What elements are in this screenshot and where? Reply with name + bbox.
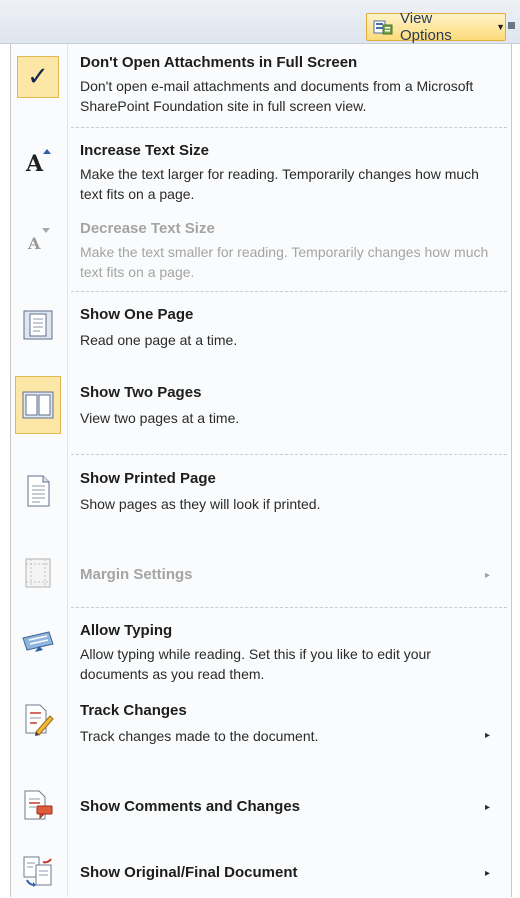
menu-item-title: Decrease Text Size — [80, 220, 215, 237]
menu-item-description: Don't open e-mail attachments and docume… — [80, 78, 474, 114]
submenu-arrow-icon: ▸ — [485, 802, 491, 813]
menu-separator — [71, 454, 507, 455]
menu-item-title: Don't Open Attachments in Full Screen — [80, 54, 358, 71]
menu-item-description: Make the text smaller for reading. Tempo… — [80, 244, 489, 280]
menu-item-margin-settings[interactable]: Margin Settings ▸ — [11, 550, 511, 596]
menu-item-dont-open-attachments[interactable]: ✓ Don't Open Attachments in Full Screen … — [11, 50, 511, 130]
menu-item-title: Margin Settings — [80, 566, 193, 583]
view-options-button[interactable]: View Options ▼ — [366, 10, 506, 44]
submenu-arrow-icon: ▸ — [485, 730, 491, 741]
menu-item-title: Show Two Pages — [80, 384, 202, 401]
menu-item-description: Show pages as they will look if printed. — [80, 496, 321, 512]
menu-item-title: Show Comments and Changes — [80, 798, 301, 815]
menu-item-title: Increase Text Size — [80, 142, 209, 159]
view-options-icon — [373, 20, 393, 35]
toolbar-edge — [508, 22, 515, 29]
menu-item-allow-typing[interactable]: Allow Typing Allow typing while reading.… — [11, 614, 511, 686]
menu-item-title: Show Original/Final Document — [80, 864, 298, 881]
track-changes-icon — [17, 700, 59, 738]
submenu-arrow-icon: ▸ — [485, 868, 491, 879]
original-final-icon — [17, 852, 59, 890]
chevron-down-icon: ▼ — [496, 22, 505, 32]
menu-item-title: Allow Typing — [80, 622, 173, 639]
svg-text:A: A — [27, 234, 41, 253]
menu-item-track-changes[interactable]: Track Changes Track changes made to the … — [11, 694, 511, 754]
two-pages-icon — [15, 376, 61, 434]
menu-separator — [71, 607, 507, 608]
menu-item-show-one-page[interactable]: Show One Page Read one page at a time. — [11, 298, 511, 360]
menu-item-title: Track Changes — [80, 702, 187, 719]
menu-item-show-original-final-document[interactable]: Show Original/Final Document ▸ — [11, 850, 511, 898]
allow-typing-icon — [17, 622, 59, 660]
increase-text-icon: A — [17, 142, 59, 180]
menu-item-description: Make the text larger for reading. Tempor… — [80, 166, 479, 202]
menu-item-description: Track changes made to the document. — [80, 728, 319, 744]
menu-item-description: Read one page at a time. — [80, 332, 238, 348]
menu-item-show-printed-page[interactable]: Show Printed Page Show pages as they wil… — [11, 460, 511, 526]
view-options-label: View Options — [400, 10, 452, 44]
view-options-menu: ✓ Don't Open Attachments in Full Screen … — [10, 44, 512, 897]
menu-item-decrease-text-size[interactable]: A Decrease Text Size Make the text small… — [11, 214, 511, 286]
comments-changes-icon — [17, 786, 59, 824]
decrease-text-icon: A — [17, 220, 59, 258]
menu-item-increase-text-size[interactable]: A Increase Text Size Make the text large… — [11, 136, 511, 208]
menu-item-show-comments-and-changes[interactable]: Show Comments and Changes ▸ — [11, 784, 511, 832]
toolbar: View Options ▼ — [0, 0, 520, 44]
one-page-icon — [17, 306, 59, 344]
menu-item-description: Allow typing while reading. Set this if … — [80, 646, 431, 682]
menu-separator — [71, 127, 507, 128]
svg-text:A: A — [25, 151, 44, 176]
submenu-arrow-icon: ▸ — [485, 570, 491, 581]
checkmark-icon: ✓ — [17, 56, 59, 98]
menu-item-title: Show Printed Page — [80, 470, 216, 487]
menu-item-show-two-pages[interactable]: Show Two Pages View two pages at a time. — [11, 374, 511, 438]
menu-item-description: View two pages at a time. — [80, 410, 240, 426]
margin-settings-icon — [17, 554, 59, 592]
menu-separator — [71, 291, 507, 292]
printed-page-icon — [17, 472, 59, 510]
menu-item-title: Show One Page — [80, 306, 194, 323]
